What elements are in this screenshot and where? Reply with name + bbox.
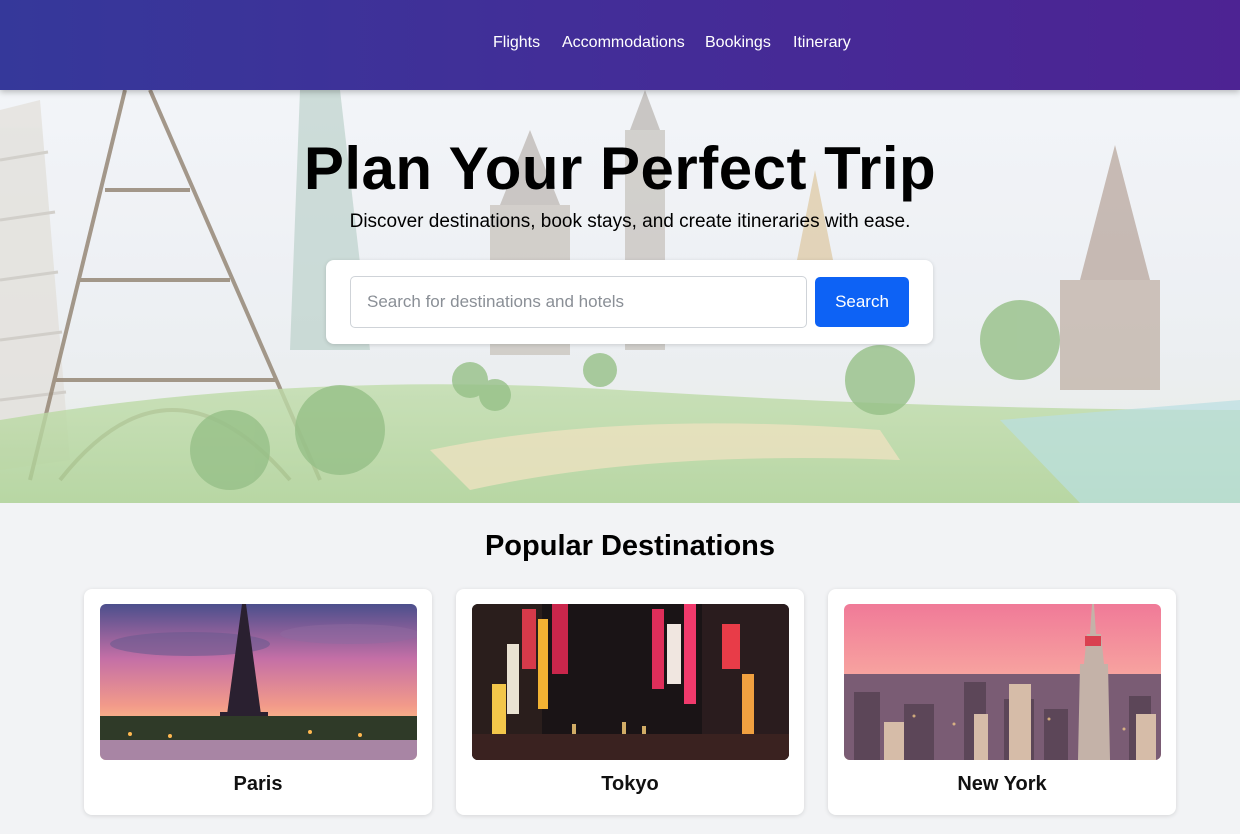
search-button[interactable]: Search: [815, 277, 909, 327]
nav-link-bookings[interactable]: Bookings: [705, 33, 771, 53]
top-navigation: Flights Accommodations Bookings Itinerar…: [0, 0, 1240, 90]
popular-destinations-heading: Popular Destinations: [484, 530, 776, 562]
hero-section: Plan Your Perfect Trip Discover destinat…: [0, 90, 1240, 503]
nav-link-accommodations[interactable]: Accommodations: [562, 33, 685, 53]
destination-name: Tokyo: [601, 773, 659, 795]
nav-menu: Flights Accommodations Bookings Itinerar…: [0, 33, 1240, 55]
destination-name: New York: [957, 773, 1047, 795]
hero-title: Plan Your Perfect Trip: [303, 135, 937, 202]
destination-card-new-york[interactable]: New York: [828, 589, 1176, 815]
paris-image: [100, 604, 417, 760]
search-input[interactable]: [350, 276, 807, 328]
destination-name: Paris: [233, 773, 283, 795]
hero-subtitle: Discover destinations, book stays, and c…: [349, 211, 911, 232]
destination-card-tokyo[interactable]: Tokyo: [456, 589, 804, 815]
search-panel: Search: [326, 260, 933, 344]
new-york-image: [844, 604, 1161, 760]
destination-card-paris[interactable]: Paris: [84, 589, 432, 815]
tokyo-image: [472, 604, 789, 760]
nav-link-flights[interactable]: Flights: [493, 33, 540, 53]
nav-link-itinerary[interactable]: Itinerary: [793, 33, 851, 53]
